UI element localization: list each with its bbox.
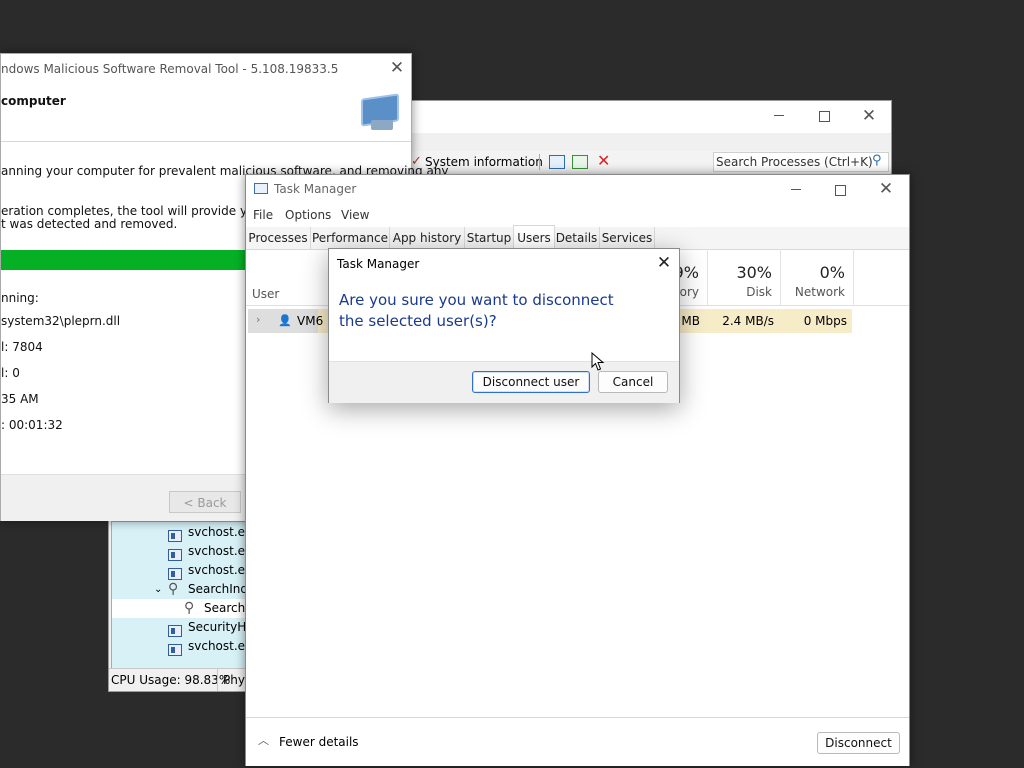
process-icon bbox=[168, 643, 182, 656]
expand-chevron-icon[interactable]: › bbox=[256, 313, 260, 326]
back-button[interactable]: < Back bbox=[169, 491, 241, 513]
dialog-footer: Disconnect user Cancel bbox=[329, 361, 679, 403]
dialog-message: Are you sure you want to disconnect the … bbox=[339, 291, 614, 330]
user-icon: 👤 bbox=[278, 314, 292, 327]
network-label: Network bbox=[794, 285, 845, 299]
maximize-icon bbox=[834, 185, 846, 196]
process-tree-row[interactable]: svchost.exe bbox=[112, 637, 252, 656]
mrt-title: ndows Malicious Software Removal Tool - … bbox=[1, 62, 339, 76]
tab-performance[interactable]: Performance bbox=[311, 227, 390, 249]
process-tree-row[interactable]: ⌄ ⚲ SearchInde bbox=[112, 580, 252, 599]
chevron-up-icon[interactable]: ︿ bbox=[258, 732, 269, 748]
process-icon bbox=[168, 624, 182, 637]
tab-app-history[interactable]: App history bbox=[390, 227, 465, 249]
user-name: VM6 ( bbox=[297, 314, 332, 328]
close-button[interactable]: ✕ bbox=[859, 107, 879, 125]
process-tree-row[interactable]: svchost.exe bbox=[112, 523, 252, 542]
process-tree-row[interactable]: SecurityHe bbox=[112, 618, 252, 637]
mrt-description-3: t was detected and removed. bbox=[1, 217, 178, 231]
disk-label: Disk bbox=[746, 285, 772, 299]
bottom-bar: ︿ Fewer details Disconnect bbox=[246, 717, 909, 766]
run-icon[interactable] bbox=[572, 155, 588, 169]
menu-file[interactable]: File bbox=[253, 208, 273, 222]
maximize-button[interactable] bbox=[814, 107, 834, 122]
close-icon: ✕ bbox=[656, 253, 672, 273]
column-user[interactable]: User bbox=[252, 287, 279, 301]
task-manager-app-icon bbox=[254, 183, 268, 194]
process-icon bbox=[168, 529, 182, 542]
process-tree-row[interactable]: svchost.exe bbox=[112, 561, 252, 580]
network-percent: 0% bbox=[819, 263, 845, 282]
tab-processes[interactable]: Processes bbox=[246, 227, 311, 249]
files-scanned-value: l: 7804 bbox=[1, 340, 43, 354]
search-input[interactable]: Search Processes (Ctrl+K) bbox=[716, 155, 873, 169]
mouse-cursor-icon bbox=[591, 352, 605, 371]
minimize-button[interactable] bbox=[769, 107, 789, 116]
column-disk[interactable]: 30% Disk bbox=[708, 249, 781, 305]
disconnect-user-button[interactable]: Disconnect user bbox=[472, 371, 590, 393]
search-box[interactable]: Search Processes (Ctrl+K) ⚲ bbox=[713, 152, 889, 172]
user-network: 0 Mbps bbox=[803, 314, 847, 328]
scan-progress-bar bbox=[1, 250, 247, 270]
tab-services[interactable]: Services bbox=[600, 227, 655, 249]
mrt-header-divider bbox=[1, 141, 411, 142]
minimize-icon bbox=[774, 115, 784, 116]
mrt-close-button[interactable]: ✕ bbox=[387, 59, 407, 77]
minimize-icon bbox=[791, 189, 801, 190]
search-icon: ⚲ bbox=[184, 600, 195, 616]
currently-scanning-label: nning: bbox=[1, 291, 39, 305]
tab-details[interactable]: Details bbox=[554, 227, 600, 249]
window-icon[interactable] bbox=[549, 155, 565, 169]
process-name: SearchInde bbox=[188, 582, 253, 596]
process-name: svchost.exe bbox=[188, 525, 253, 539]
menu-view[interactable]: View bbox=[341, 208, 369, 222]
disk-percent: 30% bbox=[736, 263, 772, 282]
process-icon bbox=[168, 567, 182, 580]
dialog-title: Task Manager bbox=[337, 257, 420, 271]
scanner-computer-icon bbox=[357, 93, 403, 134]
status-divider bbox=[217, 669, 218, 691]
close-icon: ✕ bbox=[878, 179, 894, 199]
process-tree: svchost.exe svchost.exe svchost.exe ⌄ ⚲ Searc… bbox=[111, 521, 253, 669]
process-tree-row[interactable]: ⚲ SearchP bbox=[112, 599, 252, 618]
tab-startup[interactable]: Startup bbox=[465, 227, 514, 249]
process-name: svchost.exe bbox=[188, 563, 253, 577]
process-tree-row[interactable]: svchost.exe bbox=[112, 542, 252, 561]
start-time-value: 35 AM bbox=[1, 392, 39, 406]
scanning-file-path: system32\pleprn.dll bbox=[1, 314, 121, 328]
elapsed-time-value: : 00:01:32 bbox=[1, 418, 63, 432]
tm-close-button[interactable]: ✕ bbox=[876, 180, 896, 198]
mrt-heading: computer bbox=[1, 94, 66, 108]
column-network[interactable]: 0% Network bbox=[781, 249, 854, 305]
process-name: SecurityHe bbox=[188, 620, 253, 634]
process-name: svchost.exe bbox=[188, 544, 253, 558]
search-icon[interactable]: ⚲ bbox=[872, 153, 882, 168]
menu-options[interactable]: Options bbox=[285, 208, 331, 222]
maximize-icon bbox=[818, 111, 830, 122]
search-icon: ⚲ bbox=[168, 581, 179, 597]
files-infected-value: l: 0 bbox=[1, 366, 20, 380]
confirm-dialog: Task Manager ✕ Are you sure you want to … bbox=[328, 248, 680, 403]
tm-maximize-button[interactable] bbox=[830, 181, 850, 196]
process-icon bbox=[168, 548, 182, 561]
task-manager-title: Task Manager bbox=[274, 182, 357, 196]
close-icon: ✕ bbox=[389, 58, 405, 78]
toolbar-divider bbox=[539, 154, 540, 170]
user-disk: 2.4 MB/s bbox=[722, 314, 774, 328]
fewer-details-link[interactable]: Fewer details bbox=[279, 735, 359, 749]
tm-minimize-button[interactable] bbox=[786, 181, 806, 190]
kill-process-icon[interactable]: ✕ bbox=[597, 151, 610, 170]
tab-strip: Processes Performance App history Startu… bbox=[246, 225, 909, 251]
disconnect-button[interactable]: Disconnect bbox=[817, 732, 900, 754]
close-icon: ✕ bbox=[861, 106, 877, 126]
process-name: svchost.exe bbox=[188, 639, 253, 653]
cpu-usage-text: CPU Usage: 98.83% bbox=[111, 673, 231, 687]
dialog-close-button[interactable]: ✕ bbox=[654, 254, 674, 272]
cancel-button[interactable]: Cancel bbox=[598, 371, 668, 393]
collapse-chevron-icon[interactable]: ⌄ bbox=[154, 580, 162, 599]
